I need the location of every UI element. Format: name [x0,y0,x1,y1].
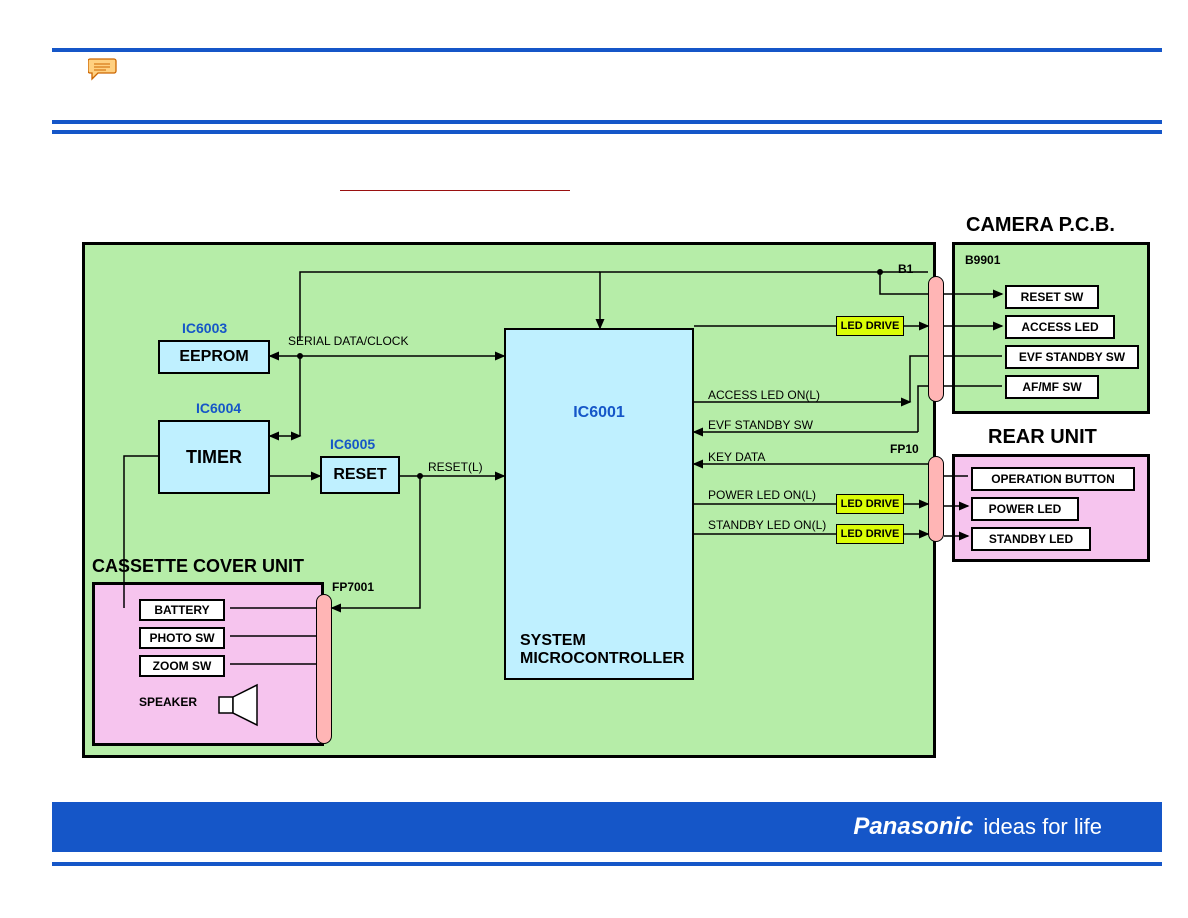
camera-pcb-title: CAMERA P.C.B. [966,214,1115,237]
connector-fp10 [928,456,944,542]
cassette-region: BATTERY PHOTO SW ZOOM SW SPEAKER [92,582,324,746]
system-microcontroller-box: IC6001 SYSTEM MICROCONTROLLER [504,328,694,680]
timer-box: TIMER [158,420,270,494]
battery-box: BATTERY [139,599,225,621]
camera-pcb-region: B9901 RESET SW ACCESS LED EVF STANDBY SW… [952,242,1150,414]
rule-bottom [52,862,1162,866]
access-led-box: ACCESS LED [1005,315,1115,339]
standby-led-box: STANDBY LED [971,527,1091,551]
reset-signal-label: RESET(L) [428,460,483,474]
speaker-label: SPEAKER [139,695,197,709]
key-data-signal-label: KEY DATA [708,450,765,464]
speaker-icon [215,683,265,727]
ic6001-name2: MICROCONTROLLER [520,650,684,668]
led-drive-box-3: LED DRIVE [836,524,904,544]
rule-top-3 [52,130,1162,134]
ic6001-label: IC6001 [573,404,625,422]
title-underline [340,190,570,191]
evf-standby-sw-box: EVF STANDBY SW [1005,345,1139,369]
tagline-text: ideas for life [983,814,1102,840]
eeprom-box: EEPROM [158,340,270,374]
rule-top-1 [52,48,1162,52]
led-drive-box-1: LED DRIVE [836,316,904,336]
ic6005-label: IC6005 [330,436,375,452]
photo-sw-box: PHOTO SW [139,627,225,649]
comment-icon[interactable] [88,57,118,86]
afmf-sw-box: AF/MF SW [1005,375,1099,399]
evf-standby-signal-label: EVF STANDBY SW [708,418,813,432]
reset-box: RESET [320,456,400,494]
cassette-title: CASSETTE COVER UNIT [92,556,304,577]
ic6001-name1: SYSTEM [520,632,586,650]
power-led-box: POWER LED [971,497,1079,521]
ic6003-label: IC6003 [182,320,227,336]
rear-unit-region: OPERATION BUTTON POWER LED STANDBY LED [952,454,1150,562]
connector-fp7001 [316,594,332,744]
access-led-signal-label: ACCESS LED ON(L) [708,388,820,402]
power-led-signal-label: POWER LED ON(L) [708,488,816,502]
fp10-label: FP10 [890,442,919,456]
operation-button-box: OPERATION BUTTON [971,467,1135,491]
serial-data-label: SERIAL DATA/CLOCK [288,334,408,348]
rule-top-2 [52,120,1162,124]
zoom-sw-box: ZOOM SW [139,655,225,677]
b1-label: B1 [898,262,913,276]
reset-sw-box: RESET SW [1005,285,1099,309]
b9901-label: B9901 [965,253,1000,267]
connector-b [928,276,944,402]
standby-led-signal-label: STANDBY LED ON(L) [708,518,826,532]
rear-unit-title: REAR UNIT [988,426,1097,449]
led-drive-box-2: LED DRIVE [836,494,904,514]
footer-bar: Panasonic ideas for life [52,802,1162,852]
diagram-canvas: manualshive.com CAMERA P.C.B. B9901 RESE… [0,0,1188,918]
ic6004-label: IC6004 [196,400,241,416]
fp7001-label: FP7001 [332,580,374,594]
brand-text: Panasonic [853,813,973,841]
